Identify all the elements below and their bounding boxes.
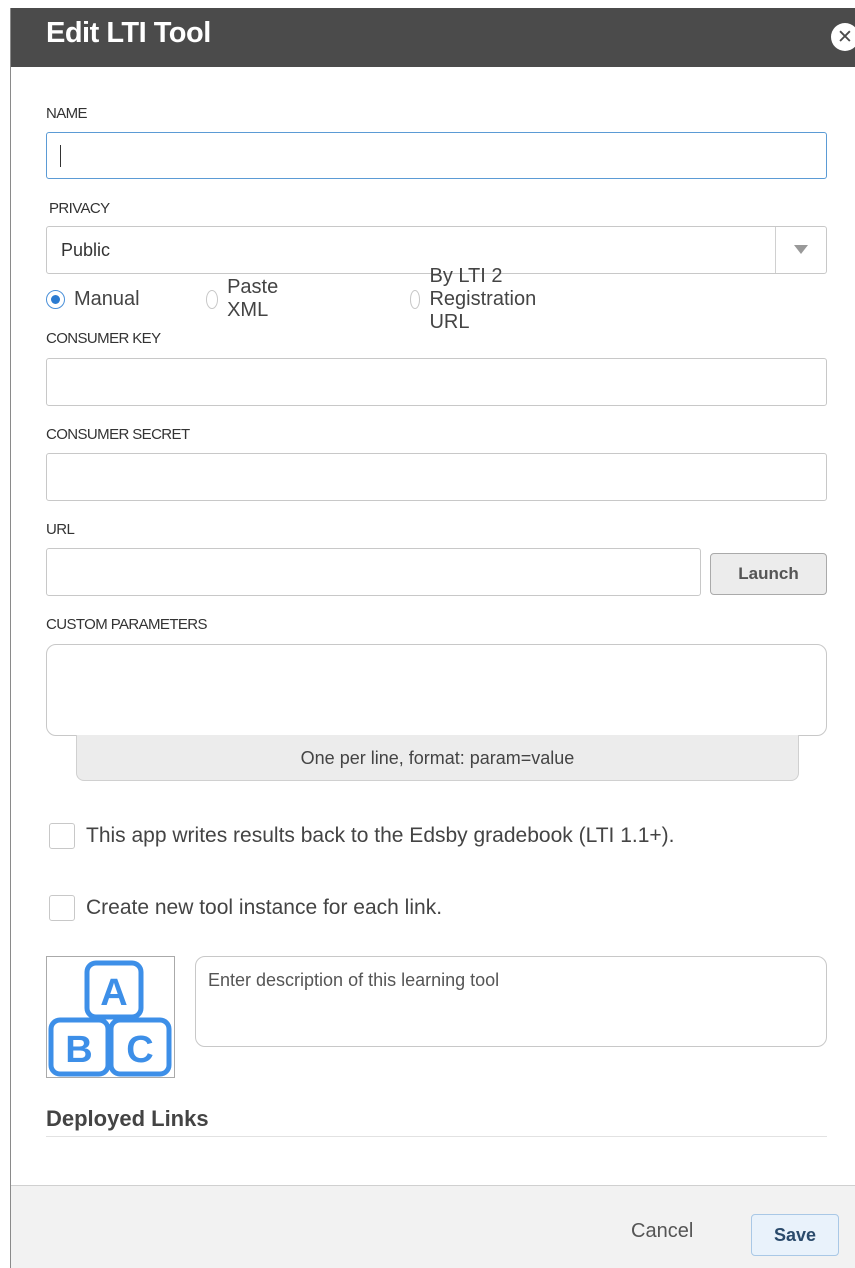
consumer-secret-label: CONSUMER SECRET [46,426,190,443]
radio-lti2-registration[interactable]: By LTI 2 Registration URL [410,265,545,333]
close-icon[interactable]: ✕ [831,23,855,51]
edit-lti-tool-dialog: Edit LTI Tool ✕ NAME PRIVACY Public Manu… [10,8,855,1268]
dialog-titlebar: Edit LTI Tool ✕ [11,8,855,67]
radio-label-manual: Manual [74,287,140,310]
consumer-secret-input[interactable] [46,453,827,501]
new-instance-checkbox[interactable] [49,895,75,921]
dialog-footer: Cancel Save [11,1185,855,1268]
custom-parameters-textarea[interactable] [46,644,827,736]
select-divider [775,227,776,273]
name-input[interactable] [46,132,827,179]
description-placeholder: Enter description of this learning tool [208,970,500,990]
privacy-label: PRIVACY [49,200,110,217]
deployed-links-heading: Deployed Links [46,1106,209,1131]
radio-label-paste-xml: Paste XML [227,276,279,321]
block-a-letter: A [100,972,127,1014]
new-instance-label: Create new tool instance for each link. [86,896,443,919]
radio-manual[interactable]: Manual [46,286,140,312]
consumer-key-label: CONSUMER KEY [46,330,161,347]
dialog-title: Edit LTI Tool [46,17,211,49]
launch-button[interactable]: Launch [710,553,827,595]
section-divider [46,1136,827,1137]
radio-circle[interactable] [206,289,219,309]
description-textarea[interactable]: Enter description of this learning tool [195,956,827,1047]
radio-circle[interactable] [410,289,421,309]
consumer-key-input[interactable] [46,358,827,406]
gradebook-writeback-option[interactable]: This app writes results back to the Edsb… [49,823,674,849]
gradebook-writeback-label: This app writes results back to the Edsb… [86,824,675,847]
custom-parameters-hint: One per line, format: param=value [76,735,799,781]
text-cursor [60,145,61,167]
block-c-letter: C [126,1029,153,1071]
new-instance-option[interactable]: Create new tool instance for each link. [49,895,442,921]
chevron-down-icon[interactable] [794,245,808,254]
cancel-button[interactable]: Cancel [631,1220,693,1243]
block-b-letter: B [65,1029,92,1071]
gradebook-writeback-checkbox[interactable] [49,823,75,849]
custom-parameters-label: CUSTOM PARAMETERS [46,616,208,633]
radio-paste-xml[interactable]: Paste XML [206,276,285,321]
url-label: URL [46,521,75,538]
radio-circle-checked[interactable] [46,289,65,309]
tool-icon-picker[interactable]: A B C [46,956,175,1078]
save-button[interactable]: Save [751,1214,839,1256]
radio-label-lti2-registration: By LTI 2 Registration URL [429,264,537,333]
url-input[interactable] [46,548,701,596]
abc-blocks-icon: A B C [48,960,172,1077]
name-label: NAME [46,105,88,122]
privacy-selected-value: Public [61,240,111,260]
